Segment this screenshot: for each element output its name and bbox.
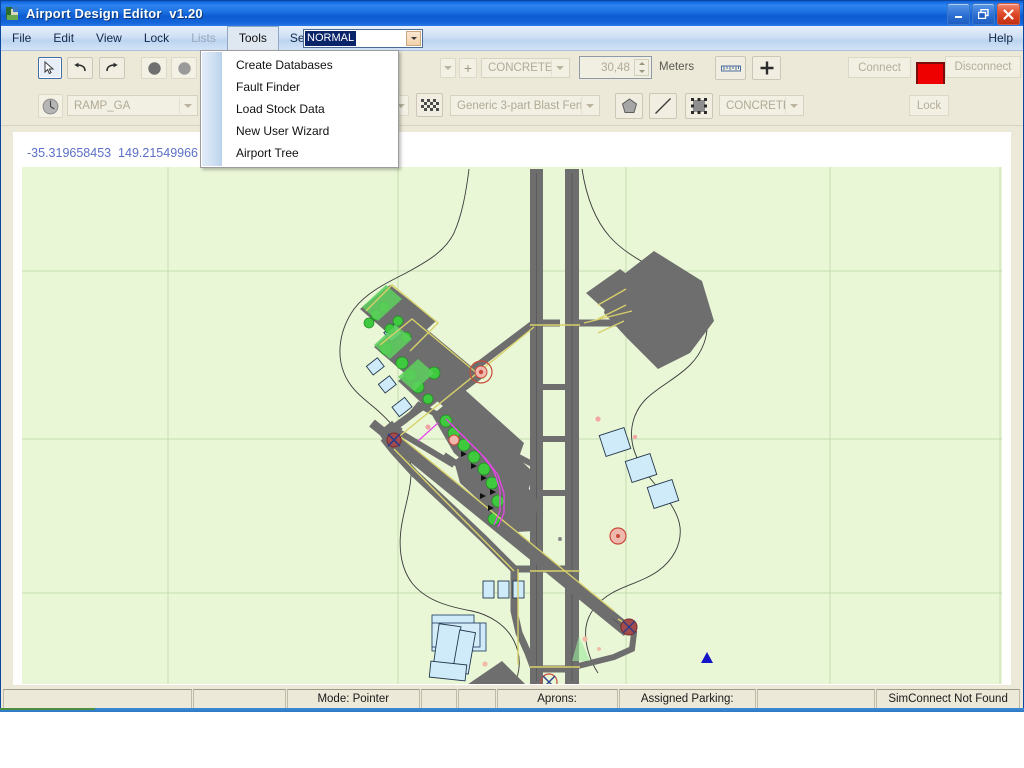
add-button[interactable] — [752, 56, 781, 80]
lock-button[interactable]: Lock — [909, 95, 949, 116]
application-root: Airport Design Editor v1.20 — [0, 0, 1024, 768]
window-controls — [947, 3, 1020, 25]
fence-combo[interactable]: Generic 3-part Blast Fence — [450, 95, 600, 116]
menu-item-load-stock-data[interactable]: Load Stock Data — [201, 98, 398, 120]
surface-combo-1[interactable]: CONCRETE — [481, 58, 570, 78]
chevron-down-icon[interactable] — [581, 97, 598, 114]
mode-combo[interactable]: NORMAL — [303, 29, 423, 48]
filled-circle-button[interactable] — [141, 57, 167, 79]
surface-combo-1-value: CONCRETE — [488, 62, 553, 74]
status-cell-1 — [193, 689, 286, 709]
ramp-combo-value: RAMP_GA — [74, 100, 130, 112]
menu-lock[interactable]: Lock — [133, 26, 180, 50]
status-cell-7 — [757, 689, 875, 709]
menu-item-fault-finder[interactable]: Fault Finder — [201, 76, 398, 98]
menu-lists: Lists — [180, 26, 227, 50]
plus-icon: + — [464, 60, 472, 76]
menu-tools[interactable]: Tools — [227, 26, 279, 50]
selection-box-button[interactable] — [685, 93, 713, 119]
taskbar-edge — [0, 708, 1024, 712]
menu-edit[interactable]: Edit — [42, 26, 85, 50]
taskbar-accent — [0, 708, 95, 710]
pointer-tool-button[interactable] — [38, 57, 62, 79]
airport-diagram[interactable] — [14, 133, 1010, 684]
title-bar: Airport Design Editor v1.20 — [1, 1, 1023, 26]
status-cell-simconnect: SimConnect Not Found — [876, 689, 1020, 709]
menu-file[interactable]: File — [1, 26, 42, 50]
line-button[interactable] — [649, 93, 677, 119]
chevron-down-icon[interactable] — [179, 97, 196, 114]
add-small-button[interactable]: + — [459, 58, 477, 78]
combo-arrow-hidden[interactable] — [440, 58, 456, 78]
toolbar-row-1: + CONCRETE 30,48 Meters Connect Disconne… — [1, 51, 1023, 84]
toolbar-row-2: RAMP_GA Generic 3-part Bla — [1, 84, 1023, 126]
minimize-button[interactable] — [947, 3, 970, 25]
tools-dropdown-menu: Create Databases Fault Finder Load Stock… — [200, 50, 399, 168]
menu-help[interactable]: Help — [988, 26, 1013, 50]
close-button[interactable] — [997, 3, 1020, 25]
ruler-button[interactable] — [715, 56, 746, 80]
airport-tower-icon — [4, 6, 22, 22]
menu-bar: File Edit View Lock Lists Tools Settings… — [1, 26, 1023, 51]
spinner-arrows[interactable] — [634, 59, 649, 76]
status-cell-4 — [458, 689, 496, 709]
ramp-combo[interactable]: RAMP_GA — [67, 95, 198, 116]
surface-combo-2[interactable]: CONCRETE — [719, 95, 804, 116]
disconnect-button[interactable]: Disconnect — [945, 56, 1021, 78]
chevron-down-icon[interactable] — [785, 97, 802, 114]
connect-button[interactable]: Connect — [848, 57, 911, 78]
width-spinner-value: 30,48 — [601, 62, 630, 74]
width-spinner[interactable]: 30,48 — [579, 56, 652, 79]
status-bar: Mode: Pointer Aprons: Assigned Parking: … — [3, 689, 1021, 709]
desktop-background — [0, 712, 1024, 768]
chevron-down-icon[interactable] — [551, 60, 568, 76]
clock-tool-button[interactable] — [38, 94, 63, 118]
checker-button[interactable] — [416, 93, 443, 117]
chevron-down-icon[interactable] — [406, 31, 421, 46]
menu-item-new-user-wizard[interactable]: New User Wizard — [201, 120, 398, 142]
polygon-button[interactable] — [615, 93, 643, 119]
map-canvas[interactable]: -35.319658453 149.21549966 000.00deg — [13, 132, 1011, 685]
maximize-button[interactable] — [972, 3, 995, 25]
light-circle-button[interactable] — [171, 57, 197, 79]
units-label: Meters — [659, 61, 694, 73]
undo-button[interactable] — [67, 57, 93, 79]
status-cell-3 — [421, 689, 457, 709]
fence-combo-value: Generic 3-part Blast Fence — [457, 100, 594, 112]
redo-button[interactable] — [99, 57, 125, 79]
surface-combo-2-value: CONCRETE — [726, 100, 791, 112]
status-cell-assigned-parking: Assigned Parking: — [619, 689, 756, 709]
main-window: Airport Design Editor v1.20 — [0, 0, 1024, 712]
mode-combo-value: NORMAL — [305, 31, 356, 46]
menu-item-airport-tree[interactable]: Airport Tree — [201, 142, 398, 164]
status-cell-mode: Mode: Pointer — [287, 689, 420, 709]
status-cell-0 — [3, 689, 192, 709]
window-title: Airport Design Editor v1.20 — [26, 6, 203, 21]
menu-item-create-databases[interactable]: Create Databases — [201, 54, 398, 76]
menu-view[interactable]: View — [85, 26, 133, 50]
status-cell-aprons: Aprons: — [497, 689, 618, 709]
